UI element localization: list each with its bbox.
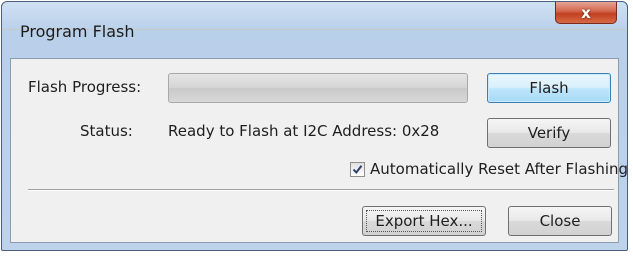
window-close-button[interactable]: x — [555, 2, 617, 24]
verify-button[interactable]: Verify — [487, 118, 611, 148]
flash-progress-label: Flash Progress: — [28, 78, 142, 96]
program-flash-dialog: Program Flash x Flash Progress: Flash St… — [1, 1, 628, 251]
status-label: Status: — [80, 122, 133, 140]
flash-progress-bar — [168, 73, 468, 103]
title-bar[interactable]: Program Flash x — [2, 2, 627, 42]
section-divider — [28, 189, 614, 191]
status-text: Ready to Flash at I2C Address: 0x28 — [168, 122, 440, 140]
checkmark-icon — [352, 165, 363, 175]
flash-button[interactable]: Flash — [487, 73, 611, 103]
close-icon: x — [581, 3, 591, 22]
close-button[interactable]: Close — [508, 206, 612, 236]
auto-reset-label[interactable]: Automatically Reset After Flashing — [370, 160, 628, 178]
export-hex-button[interactable]: Export Hex... — [362, 206, 486, 236]
dialog-body: Flash Progress: Flash Status: Ready to F… — [10, 58, 628, 243]
auto-reset-checkbox[interactable] — [350, 162, 365, 177]
window-title: Program Flash — [20, 22, 135, 41]
